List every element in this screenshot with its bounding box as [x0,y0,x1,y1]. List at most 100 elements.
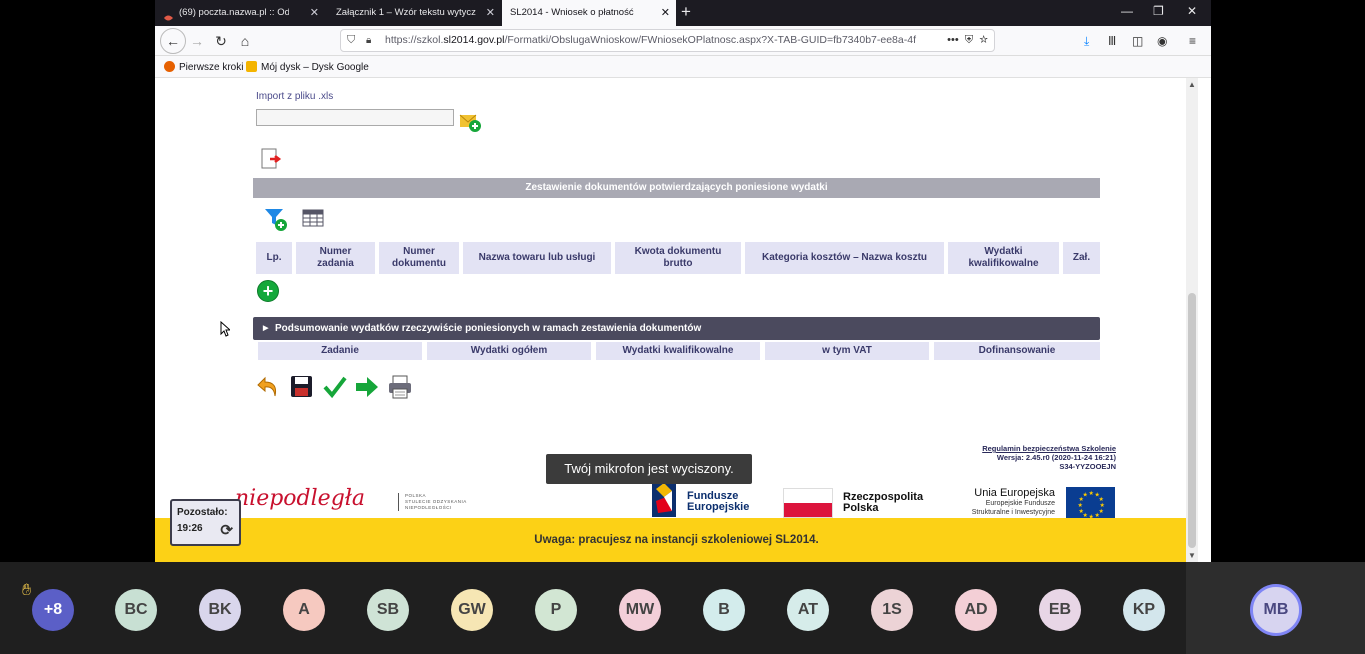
niepodlegla-logo: niepodległa [235,486,366,511]
tab-title: Załącznik 1 – Wzór tekstu wytycznych [336,7,476,18]
forward-icon[interactable]: → [186,30,208,52]
tab-attachment[interactable]: Załącznik 1 – Wzór tekstu wytycznych ✕ [326,0,501,26]
unia-europejska-logo: Unia Europejska Europejskie Fundusze Struk… [971,487,1055,516]
tab-mail[interactable]: (69) poczta.nazwa.pl :: Odebrane ✕ [155,0,325,26]
session-timer: Pozostało: 19:26 ⟳ [170,499,241,546]
summary-title: Podsumowanie wydatków rzeczywiście ponie… [275,323,702,334]
participant-avatar[interactable]: AT [787,589,829,631]
participant-avatar[interactable]: BK [199,589,241,631]
reload-icon[interactable]: ↻ [210,30,232,52]
bookmark-label: Mój dysk – Dysk Google [261,62,369,73]
minimize-icon[interactable]: — [1121,4,1133,18]
svg-text:★: ★ [1079,508,1084,515]
restore-icon[interactable]: ❐ [1153,4,1164,18]
validate-check-icon[interactable] [322,374,348,400]
url-path: /Formatki/ObslugaWnioskow/FWniosekOPlatn… [504,34,916,46]
scroll-up-icon[interactable]: ▲ [1188,80,1196,89]
export-document-icon[interactable] [259,147,283,171]
sum-col-funding: Dofinansowanie [934,342,1100,360]
import-label: Import z pliku .xls [256,91,334,102]
tracking-shield-icon[interactable]: ⛉ [347,30,355,51]
bookmark-google-drive[interactable]: Mój dysk – Dysk Google [246,61,369,73]
participant-avatar[interactable]: P [535,589,577,631]
import-file-input[interactable] [256,109,454,126]
tab-title: (69) poczta.nazwa.pl :: Odebrane [179,7,289,18]
self-avatar[interactable]: MB [1250,584,1302,636]
library-icon[interactable]: Ⅲ [1108,34,1116,48]
table-view-icon[interactable] [301,206,327,232]
home-icon[interactable]: ⌂ [234,30,256,52]
version-text: Wersja: 2.45.r0 (2020-11-24 16:21) [996,453,1116,462]
participant-avatar[interactable]: SB [367,589,409,631]
participant-avatar[interactable]: 1S [871,589,913,631]
timer-label: Pozostało: [177,507,228,518]
add-row-button[interactable]: + [257,280,279,302]
google-drive-icon [246,61,257,72]
mic-muted-toast: Twój mikrofon jest wyciszony. [546,454,752,484]
save-icon[interactable] [289,374,315,400]
scroll-thumb[interactable] [1188,293,1196,548]
url-domain: sl2014.gov.pl [443,34,505,46]
submit-arrow-icon[interactable] [354,374,380,400]
raised-hand-icon: ✋︎ [22,582,32,599]
close-tab-icon[interactable]: ✕ [310,0,319,26]
section-title: Zestawienie dokumentów potwierdzających … [253,178,1100,198]
participant-avatar[interactable]: EB [1039,589,1081,631]
eu-flag-icon: ★ ★ ★ ★ ★ ★ ★ ★ ★ ★ ★ ★ [1066,487,1115,521]
close-window-icon[interactable]: ✕ [1187,4,1197,18]
filter-add-icon[interactable] [263,206,289,232]
scroll-down-icon[interactable]: ▼ [1188,551,1196,560]
mail-favicon-icon [163,8,174,21]
account-icon[interactable]: ◉ [1157,34,1167,48]
close-tab-icon[interactable]: ✕ [486,0,495,26]
lock-icon[interactable]: 🔒︎ [366,30,371,51]
sum-col-task: Zadanie [258,342,422,360]
meeting-participants-bar: ✋︎ +8 BC BK A SB GW P MW B AT 1S AD EB KP MB [0,562,1365,654]
bookmarks-bar: Pierwsze kroki Mój dysk – Dysk Google [155,56,1211,78]
col-attachment: Zał. [1063,242,1100,274]
participant-avatar[interactable]: A [283,589,325,631]
participant-avatar[interactable]: AD [955,589,997,631]
back-icon[interactable]: ← [160,28,186,54]
participant-avatar[interactable]: MW [619,589,661,631]
vertical-scrollbar[interactable]: ▲ ▼ [1186,78,1198,562]
page-actions-icon[interactable]: ••• ⛨ ☆ [947,30,988,51]
close-tab-icon[interactable]: ✕ [661,0,670,26]
svg-text:★: ★ [1089,490,1094,497]
security-regulations-link[interactable]: Regulamin bezpieczeństwa Szkolenie [982,444,1116,453]
participant-avatar[interactable]: GW [451,589,493,631]
summary-section-toggle[interactable]: ▶ Podsumowanie wydatków rzeczywiście pon… [253,317,1100,340]
download-icon[interactable]: ⤓ [1084,34,1089,49]
fundusze-europejskie-logo: Fundusze Europejskie [687,490,750,513]
caret-right-icon: ▶ [263,325,269,332]
polish-flag-icon [783,488,833,518]
mouse-cursor-icon [220,321,230,337]
more-participants-button[interactable]: +8 [32,589,74,631]
sum-col-eligible: Wydatki kwalifikowalne [596,342,760,360]
sidebar-icon[interactable]: ◫ [1132,34,1143,48]
url-bar[interactable]: ⛉ 🔒︎ https://szkol.sl2014.gov.pl/Formatk… [340,29,995,52]
refresh-session-icon[interactable]: ⟳ [220,523,233,539]
participant-avatar[interactable]: B [703,589,745,631]
svg-text:★: ★ [1083,492,1088,499]
new-tab-icon[interactable]: + [681,2,691,22]
tab-strip: (69) poczta.nazwa.pl :: Odebrane ✕ Załąc… [155,0,1211,26]
url-prefix: https://szkol. [385,34,444,46]
col-gross-amount: Kwota dokumentu brutto [615,242,741,274]
tab-title: SL2014 - Wniosek o płatność [510,7,634,18]
page-content: Import z pliku .xls Zestawienie dokument… [155,78,1211,562]
tab-sl2014[interactable]: SL2014 - Wniosek o płatność ✕ [502,0,676,26]
footer-info: Regulamin bezpieczeństwa Szkolenie Wersj… [982,444,1116,471]
undo-icon[interactable] [256,374,282,400]
import-file-icon[interactable] [458,109,482,133]
participant-avatar[interactable]: BC [115,589,157,631]
participant-avatar[interactable]: KP [1123,589,1165,631]
col-cost-category: Kategoria kosztów – Nazwa kosztu [745,242,944,274]
bookmark-first-steps[interactable]: Pierwsze kroki [164,61,243,73]
print-icon[interactable] [387,374,413,400]
svg-text:★: ★ [1078,502,1083,509]
sum-col-vat: w tym VAT [765,342,929,360]
menu-icon[interactable]: ≡ [1189,34,1196,48]
firefox-icon [164,61,175,72]
col-eligible-expenses: Wydatki kwalifikowalne [948,242,1059,274]
